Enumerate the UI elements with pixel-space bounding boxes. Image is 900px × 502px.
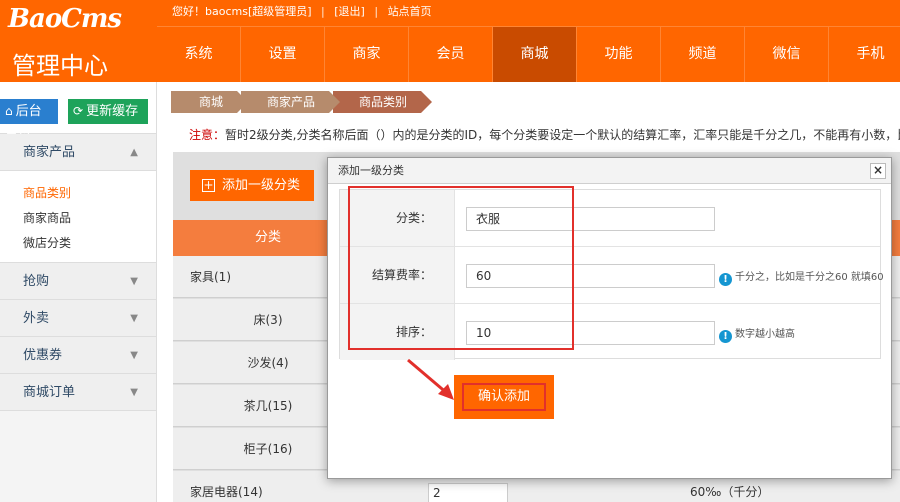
nav-item-features[interactable]: 功能 (577, 27, 661, 82)
dialog-title: 添加一级分类 (338, 164, 404, 177)
site-home-link[interactable]: 站点首页 (388, 5, 432, 18)
logo: BaoCms 管理中心 (0, 0, 157, 82)
sidebar-group-label: 优惠券 (23, 348, 63, 363)
breadcrumb: 商城 商家产品 商品类别 (171, 91, 433, 113)
nav-item-settings[interactable]: 设置 (241, 27, 325, 82)
close-icon[interactable]: × (870, 163, 886, 179)
sidebar-group-merchant-products[interactable]: 商家产品 ▲ (0, 134, 156, 171)
chevron-down-icon: ▼ (130, 387, 138, 398)
home-icon: ⌂ (5, 104, 13, 118)
dialog-title-bar: 添加一级分类 × (328, 158, 891, 184)
refresh-icon: ⟳ (73, 104, 84, 118)
nav-item-system[interactable]: 系统 (157, 27, 241, 82)
main-nav: 系统 设置 商家 会员 商城 功能 频道 微信 手机 (157, 26, 900, 82)
chevron-down-icon: ▼ (130, 350, 138, 361)
update-cache-label: 更新缓存 (86, 104, 139, 119)
breadcrumb-item[interactable]: 商城 (171, 91, 249, 113)
sidebar-group-coupons[interactable]: 优惠券 ▼ (0, 337, 156, 374)
sidebar-group-label: 外卖 (23, 311, 50, 326)
chevron-down-icon: ▼ (130, 313, 138, 324)
annotation-highlight-box (348, 186, 574, 350)
info-icon: ! (719, 330, 732, 343)
add-top-category-button[interactable]: + 添加一级分类 (190, 170, 314, 201)
annotation-arrow-icon (407, 358, 454, 400)
category-name: 家居电器(14) (190, 485, 263, 499)
nav-item-wechat[interactable]: 微信 (745, 27, 829, 82)
logo-subtitle: 管理中心 (12, 52, 108, 80)
chevron-up-icon: ▲ (130, 147, 138, 158)
sidebar-group-label: 商家产品 (23, 145, 76, 160)
category-name: 家具(1) (190, 270, 231, 284)
sidebar-group-takeout[interactable]: 外卖 ▼ (0, 300, 156, 337)
sort-hint-text: 数字越小越高 (735, 329, 795, 340)
confirm-add-button[interactable]: 确认添加 (462, 383, 546, 411)
notice-label: 注意： (189, 128, 226, 142)
sidebar: ⌂后台首页 ⟳更新缓存 商家产品 ▲ 商品类别 商家商品 微店分类 抢购 ▼ 外… (0, 82, 157, 502)
rate-hint-text: 千分之，比如是千分之60 就填60 (735, 272, 884, 283)
nav-item-member[interactable]: 会员 (409, 27, 493, 82)
nav-item-mall[interactable]: 商城 (493, 27, 577, 82)
admin-home-button[interactable]: ⌂后台首页 (0, 99, 58, 144)
logo-brand: BaoCms (8, 4, 122, 34)
notice-body: 暂时2级分类,分类名称后面（）内的是分类的ID，每个分类要设定一个默认的结算汇率… (225, 128, 900, 142)
sidebar-item-merchant-goods[interactable]: 商家商品 (0, 206, 156, 231)
logout-link[interactable]: [退出] (334, 5, 365, 18)
chevron-down-icon: ▼ (130, 276, 138, 287)
top-bar: 您好！baocms[超级管理员] | [退出] | 站点首页 (157, 0, 900, 26)
sidebar-group-mall-orders[interactable]: 商城订单 ▼ (0, 374, 156, 411)
sidebar-group-flash-sale[interactable]: 抢购 ▼ (0, 263, 156, 300)
nav-item-merchant[interactable]: 商家 (325, 27, 409, 82)
sidebar-item-product-category[interactable]: 商品类别 (0, 181, 156, 206)
update-cache-button[interactable]: ⟳ 更新缓存 (68, 99, 148, 124)
quick-actions: ⌂后台首页 ⟳更新缓存 (0, 82, 156, 144)
info-icon: ! (719, 273, 732, 286)
separator: | (321, 5, 325, 18)
plus-icon: + (202, 178, 215, 192)
notice-text: 注意：暂时2级分类,分类名称后面（）内的是分类的ID，每个分类要设定一个默认的结… (189, 126, 900, 143)
nav-item-mobile[interactable]: 手机 (829, 27, 900, 82)
sidebar-item-microstore-category[interactable]: 微店分类 (0, 231, 156, 256)
rate-hint: ! 千分之，比如是千分之60 就填60 (719, 268, 884, 286)
nav-item-channel[interactable]: 频道 (661, 27, 745, 82)
sidebar-group-label: 商城订单 (23, 385, 76, 400)
add-top-category-label: 添加一级分类 (222, 178, 301, 193)
sort-hint: ! 数字越小越高 (719, 325, 795, 343)
sidebar-submenu: 商品类别 商家商品 微店分类 (0, 171, 156, 263)
separator: | (374, 5, 379, 18)
breadcrumb-item[interactable]: 商家产品 (241, 91, 341, 113)
submit-area: 确认添加 (454, 375, 554, 419)
sort-order-input[interactable]: 2 (428, 483, 508, 502)
greeting-text: 您好！baocms[超级管理员] (172, 5, 312, 18)
breadcrumb-item-current: 商品类别 (333, 91, 433, 113)
sidebar-group-label: 抢购 (23, 274, 50, 289)
